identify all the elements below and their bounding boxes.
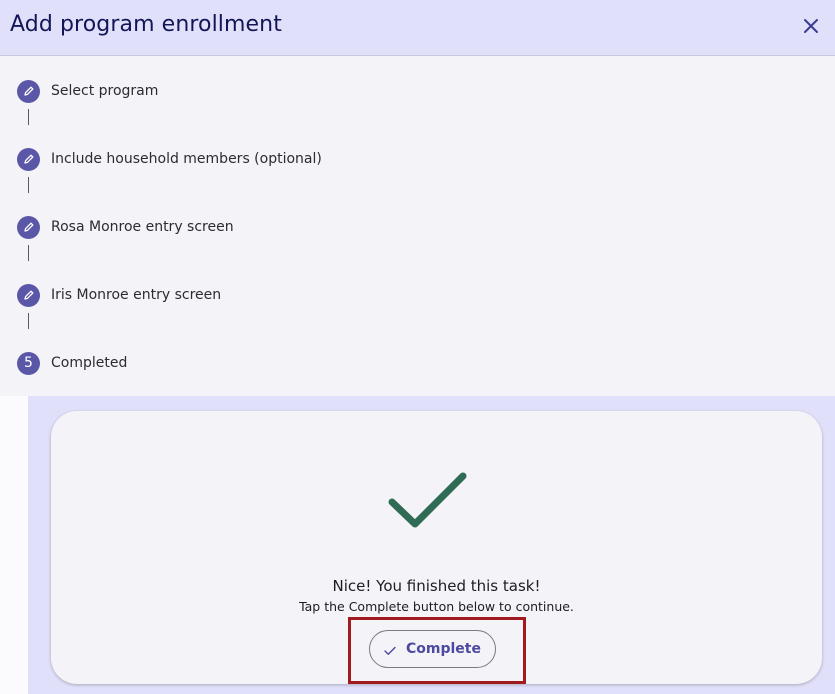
pencil-icon bbox=[17, 283, 40, 307]
step-connector bbox=[28, 245, 29, 261]
stepper: Select program Include household members… bbox=[0, 57, 835, 396]
step-label: Include household members (optional) bbox=[51, 151, 322, 167]
step-label: Select program bbox=[51, 83, 159, 99]
step-iris-monroe[interactable]: Iris Monroe entry screen bbox=[17, 283, 221, 307]
close-icon[interactable] bbox=[801, 16, 821, 36]
pencil-icon bbox=[17, 79, 40, 103]
pencil-icon bbox=[17, 215, 40, 239]
success-check-icon bbox=[387, 471, 469, 533]
pencil-icon bbox=[17, 147, 40, 171]
step-number-badge: 5 bbox=[17, 351, 40, 375]
step-connector bbox=[28, 109, 29, 125]
completion-card: Nice! You finished this task! Tap the Co… bbox=[51, 411, 822, 684]
step-label: Iris Monroe entry screen bbox=[51, 287, 222, 303]
dialog-title: Add program enrollment bbox=[10, 12, 282, 37]
step-connector bbox=[28, 177, 29, 193]
completion-title: Nice! You finished this task! bbox=[332, 577, 541, 595]
step-label: Completed bbox=[51, 355, 128, 371]
step-household-members[interactable]: Include household members (optional) bbox=[17, 147, 322, 171]
completion-subtitle: Tap the Complete button below to continu… bbox=[299, 599, 574, 614]
check-icon bbox=[384, 644, 396, 655]
complete-button-label: Complete bbox=[406, 641, 481, 657]
step-rosa-monroe[interactable]: Rosa Monroe entry screen bbox=[17, 215, 234, 239]
step-completed: 5 Completed bbox=[17, 351, 127, 375]
complete-button[interactable]: Complete bbox=[369, 630, 496, 668]
step-connector bbox=[28, 313, 29, 329]
step-label: Rosa Monroe entry screen bbox=[51, 219, 234, 235]
step-select-program[interactable]: Select program bbox=[17, 79, 158, 103]
left-strip bbox=[0, 396, 28, 694]
dialog-header: Add program enrollment bbox=[0, 0, 835, 56]
